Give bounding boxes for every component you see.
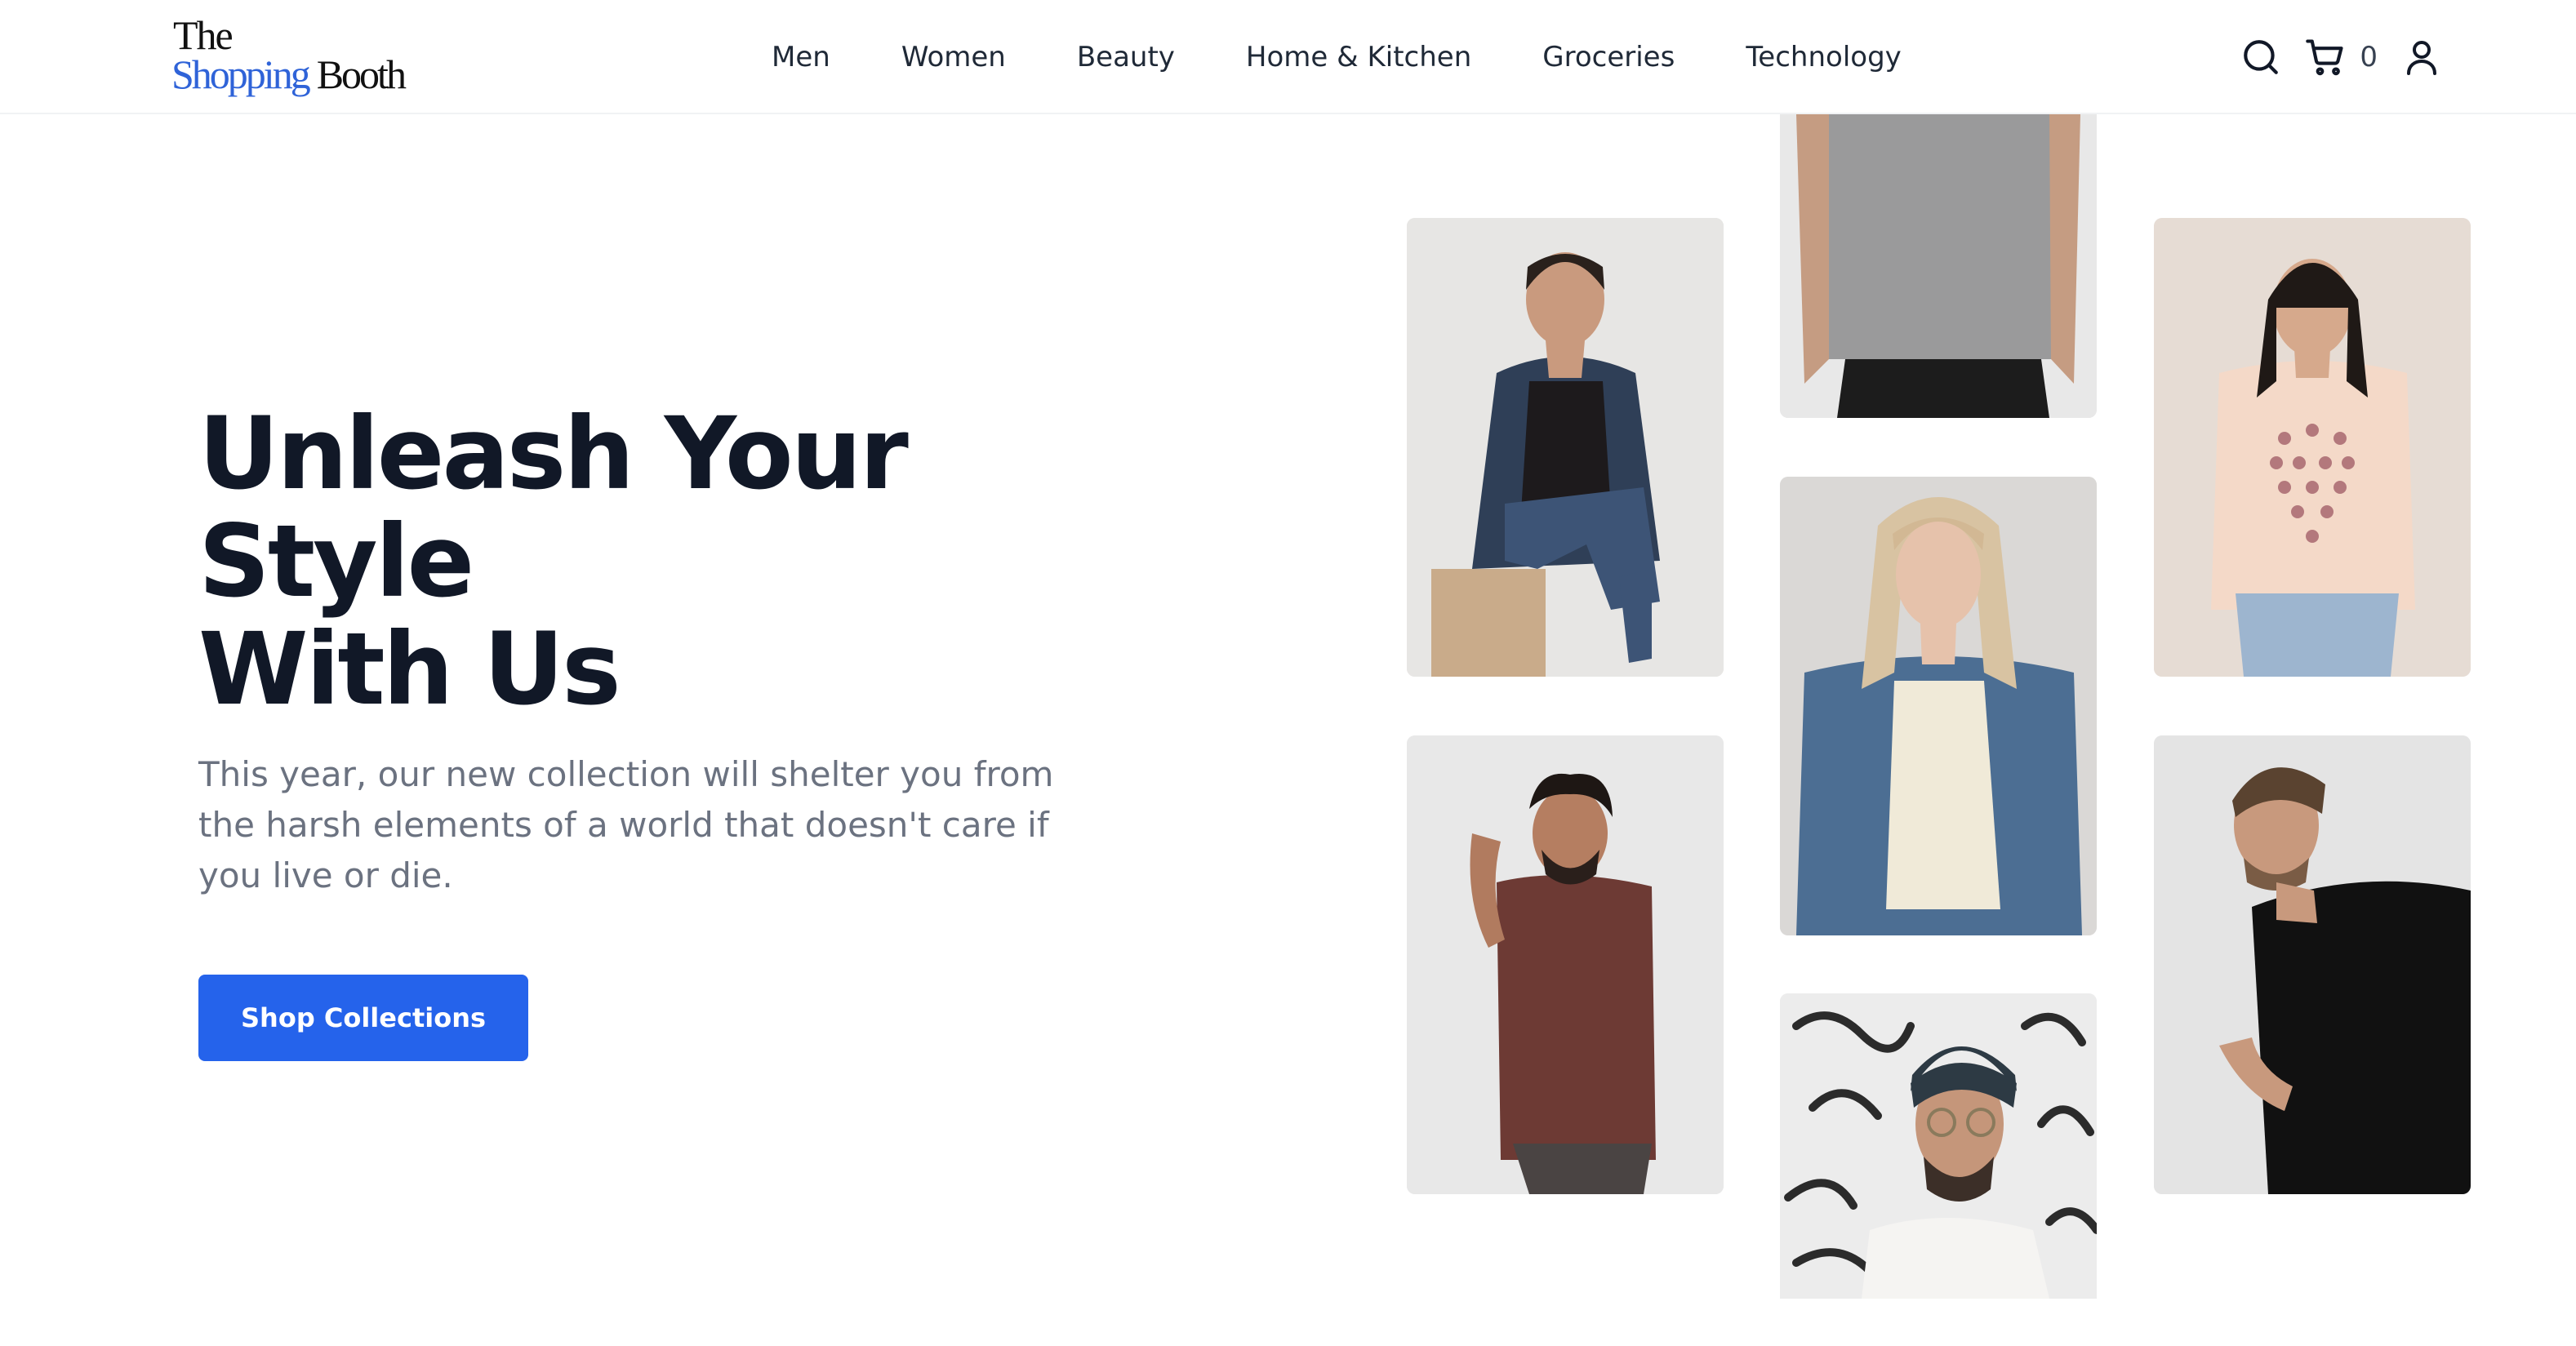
cart-count: 0 <box>2360 41 2378 73</box>
nav-item-beauty[interactable]: Beauty <box>1077 41 1175 73</box>
woman-blonde-denim-photo[interactable] <box>1780 477 2097 935</box>
nav-item-groceries[interactable]: Groceries <box>1542 41 1675 73</box>
woman-denim-jacket-image <box>1407 218 1724 677</box>
hero-title-line1: Unleash Your Style <box>198 396 909 620</box>
man-black-tshirt-image <box>2154 735 2471 1194</box>
hero-title-line2: With Us <box>198 611 621 727</box>
search-icon <box>2244 40 2279 74</box>
hero-section: Unleash Your Style With Us This year, ou… <box>198 400 1162 1061</box>
brand-logo-booth: Booth <box>316 51 407 97</box>
brand-logo-line2: Shopping Booth <box>171 51 407 97</box>
woman-blonde-denim-image <box>1780 477 2097 935</box>
woman-pink-tshirt-photo[interactable] <box>2154 218 2471 677</box>
site-header: The Shopping Booth Men Women Beauty Home … <box>0 0 2576 114</box>
brand-logo[interactable]: The Shopping Booth <box>171 11 407 103</box>
woman-denim-jacket-photo[interactable] <box>1407 218 1724 677</box>
brand-logo-shopping: Shopping <box>171 51 311 97</box>
brand-logo-line1: The <box>173 12 234 58</box>
header-actions: 0 <box>2240 0 2441 114</box>
shop-collections-button[interactable]: Shop Collections <box>198 975 529 1061</box>
nav-item-women[interactable]: Women <box>901 41 1006 73</box>
cart-icon <box>2306 39 2343 76</box>
man-curly-hair-photo[interactable] <box>1407 735 1724 1194</box>
man-grey-tshirt-photo[interactable] <box>1780 114 2097 418</box>
man-beanie-glasses-photo[interactable] <box>1780 993 2097 1299</box>
nav-item-technology[interactable]: Technology <box>1746 41 1901 73</box>
nav-item-home-kitchen[interactable]: Home & Kitchen <box>1246 41 1471 73</box>
cart-button[interactable]: 0 <box>2304 36 2402 78</box>
man-beanie-glasses-image <box>1780 993 2097 1299</box>
main-nav: Men Women Beauty Home & Kitchen Grocerie… <box>772 0 1902 114</box>
search-button[interactable] <box>2240 37 2281 78</box>
man-curly-hair-image <box>1407 735 1724 1194</box>
user-icon <box>2407 41 2436 75</box>
hero-subtitle: This year, our new collection will shelt… <box>198 754 1054 895</box>
man-grey-tshirt-image <box>1780 114 2097 418</box>
woman-pink-tshirt-image <box>2154 218 2471 677</box>
hero-title: Unleash Your Style With Us <box>198 400 1162 723</box>
nav-item-men[interactable]: Men <box>772 41 830 73</box>
account-button[interactable] <box>2402 37 2441 78</box>
man-black-tshirt-photo[interactable] <box>2154 735 2471 1194</box>
